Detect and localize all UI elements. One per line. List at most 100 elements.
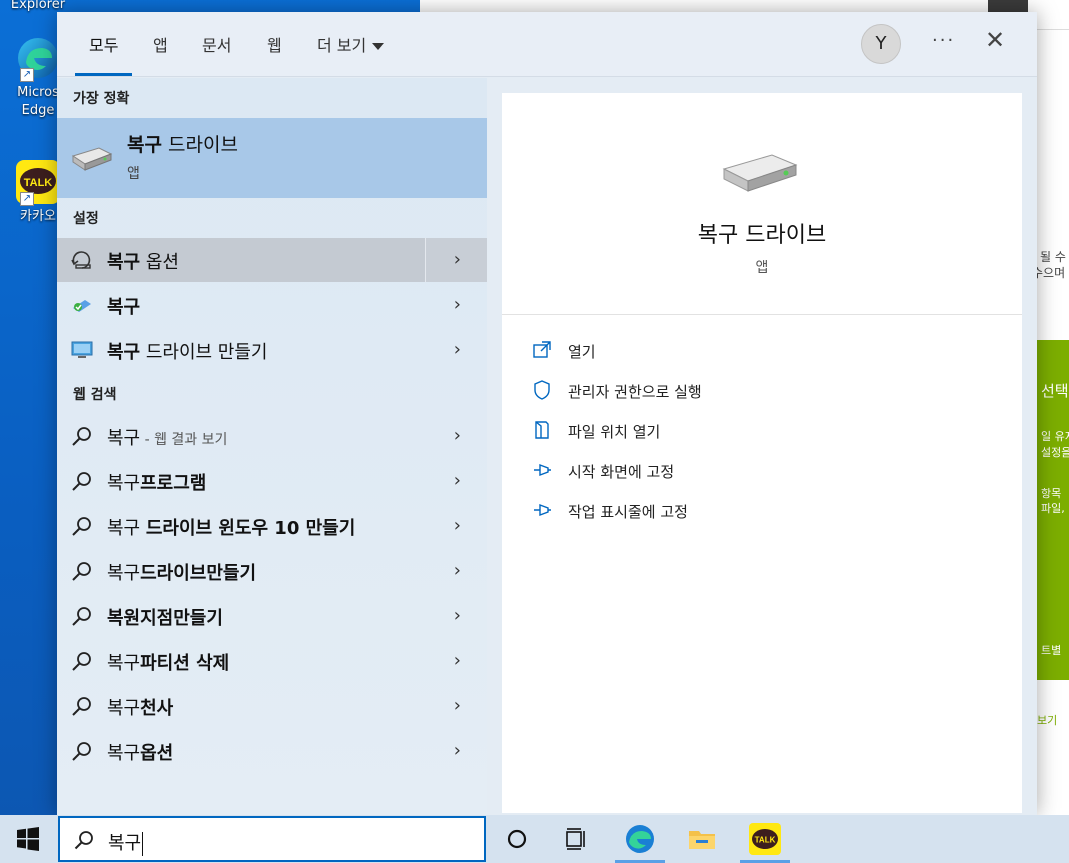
chevron-down-icon bbox=[372, 43, 385, 50]
web-result-item[interactable]: 복구천사 › bbox=[57, 684, 487, 728]
web-result-suffix: - 웹 결과 보기 bbox=[140, 432, 228, 448]
avatar[interactable]: Y bbox=[861, 24, 901, 64]
action-open[interactable]: 열기 bbox=[532, 336, 932, 364]
results-list: 가장 정확 복구 드라이브 앱 설정 복구 옵션 › 복구 › 복구 드라이브 … bbox=[57, 78, 487, 815]
action-label: 시작 화면에 고정 bbox=[568, 463, 675, 481]
action-label: 관리자 권한으로 실행 bbox=[568, 383, 702, 401]
action-pin-to-start[interactable]: 시작 화면에 고정 bbox=[532, 456, 932, 484]
cortana-icon[interactable] bbox=[501, 823, 533, 855]
talk-text: TALK bbox=[755, 836, 776, 845]
web-result-bold: 드라이브만들기 bbox=[140, 563, 257, 584]
chevron-right-icon: › bbox=[453, 695, 461, 716]
settings-item-label: 복구 옵션 bbox=[107, 248, 179, 274]
tab-more[interactable]: 더 보기 bbox=[317, 32, 385, 76]
settings-item-label-bold: 복구 bbox=[107, 252, 141, 273]
pin-icon bbox=[534, 503, 551, 517]
tab-all[interactable]: 모두 bbox=[74, 32, 134, 76]
monitor-icon bbox=[71, 341, 93, 358]
chevron-right-icon: › bbox=[453, 605, 461, 626]
background-text: 항목 bbox=[1041, 487, 1062, 500]
web-result-item[interactable]: 복구파티션 삭제 › bbox=[57, 639, 487, 683]
web-result-bold: 복원지점만들기 bbox=[107, 608, 223, 629]
best-match-title: 복구 드라이브 bbox=[127, 130, 238, 157]
web-result-label: 복구파티션 삭제 bbox=[107, 649, 229, 675]
settings-item-create-recovery-drive[interactable]: 복구 드라이브 만들기 › bbox=[57, 328, 487, 372]
taskbar-search-box[interactable]: 복구 bbox=[58, 816, 486, 862]
shortcut-arrow-icon: ↗ bbox=[20, 192, 34, 206]
background-text: 파일, bbox=[1041, 502, 1065, 515]
more-options-icon[interactable]: ··· bbox=[932, 30, 955, 51]
edge-icon: ↗ bbox=[16, 36, 60, 82]
chevron-right-icon: › bbox=[453, 339, 461, 360]
web-result-text: 복구 bbox=[107, 743, 141, 764]
detail-subtitle: 앱 bbox=[755, 260, 769, 276]
web-result-item[interactable]: 복구 - 웹 결과 보기 › bbox=[57, 414, 487, 458]
shortcut-arrow-icon: ↗ bbox=[20, 68, 34, 82]
web-result-label: 복구드라이브만들기 bbox=[107, 559, 256, 585]
windows-logo-icon bbox=[17, 827, 39, 851]
web-result-bold: 옵션 bbox=[140, 743, 174, 764]
settings-item-label-rest: 옵션 bbox=[140, 252, 179, 273]
chevron-right-icon: › bbox=[453, 470, 461, 491]
shield-icon bbox=[534, 380, 550, 400]
settings-item-label: 복구 bbox=[107, 293, 140, 319]
tab-web[interactable]: 웹 bbox=[267, 32, 282, 76]
best-match-header: 가장 정확 bbox=[73, 91, 130, 107]
best-match-subtitle: 앱 bbox=[127, 166, 140, 182]
action-label: 작업 표시줄에 고정 bbox=[568, 503, 688, 521]
settings-item-label-bold: 복구 bbox=[107, 297, 141, 318]
settings-item-label: 복구 드라이브 만들기 bbox=[107, 338, 268, 364]
web-result-text: 복구 bbox=[107, 698, 141, 719]
start-button[interactable] bbox=[0, 815, 56, 863]
web-result-text: 복구 bbox=[107, 563, 141, 584]
web-result-bold: 천사 bbox=[140, 698, 174, 719]
web-result-text: 복구 bbox=[107, 653, 141, 674]
web-result-item[interactable]: 복구드라이브만들기 › bbox=[57, 549, 487, 593]
kakaotalk-icon: TALK ↗ bbox=[16, 160, 60, 206]
settings-header: 설정 bbox=[73, 211, 99, 227]
settings-item-recovery-options[interactable]: 복구 옵션 › bbox=[57, 238, 487, 282]
web-result-bold: 드라이브 윈도우 10 만들기 bbox=[145, 518, 356, 539]
search-icon bbox=[72, 652, 91, 671]
web-result-bold: 파티션 삭제 bbox=[140, 653, 230, 674]
background-text: 선택 bbox=[1041, 382, 1069, 400]
action-pin-to-taskbar[interactable]: 작업 표시줄에 고정 bbox=[532, 496, 932, 524]
tab-apps[interactable]: 앱 bbox=[153, 32, 168, 76]
background-text: 일 유지 bbox=[1041, 430, 1069, 443]
edge-icon[interactable] bbox=[624, 823, 656, 855]
detail-header: 복구 드라이브 앱 bbox=[502, 93, 1022, 315]
action-label: 열기 bbox=[568, 343, 596, 361]
text-cursor bbox=[142, 832, 144, 856]
settings-item-label-rest: 드라이브 만들기 bbox=[140, 342, 268, 363]
web-result-item[interactable]: 복구 드라이브 윈도우 10 만들기 › bbox=[57, 504, 487, 548]
task-view-icon[interactable] bbox=[561, 823, 593, 855]
action-run-as-admin[interactable]: 관리자 권한으로 실행 bbox=[532, 376, 932, 404]
best-match-item[interactable]: 복구 드라이브 앱 bbox=[57, 118, 487, 198]
web-result-item[interactable]: 복원지점만들기 › bbox=[57, 594, 487, 638]
best-match-title-rest: 드라이브 bbox=[161, 134, 238, 156]
search-input[interactable]: 복구 bbox=[108, 829, 144, 856]
tab-documents[interactable]: 문서 bbox=[202, 32, 231, 76]
recovery-icon bbox=[73, 300, 91, 312]
background-text: 설정을 bbox=[1041, 446, 1069, 459]
background-text: 트별 bbox=[1041, 644, 1062, 657]
web-result-item[interactable]: 복구프로그램 › bbox=[57, 459, 487, 503]
talk-text: TALK bbox=[24, 177, 53, 189]
kakaotalk-icon[interactable]: TALK bbox=[749, 823, 781, 855]
web-result-text: 복구 bbox=[107, 473, 141, 494]
file-explorer-icon[interactable] bbox=[686, 823, 718, 855]
action-label: 파일 위치 열기 bbox=[568, 423, 661, 441]
close-icon[interactable]: ✕ bbox=[985, 28, 1005, 52]
recovery-options-icon bbox=[71, 251, 91, 269]
chevron-right-icon: › bbox=[453, 740, 461, 761]
action-open-file-location[interactable]: 파일 위치 열기 bbox=[532, 416, 932, 444]
chevron-right-icon: › bbox=[453, 425, 461, 446]
pin-icon bbox=[534, 463, 551, 477]
detail-pane: 복구 드라이브 앱 열기 관리자 권한으로 실행 파일 위치 열기 시작 화면에… bbox=[502, 93, 1022, 813]
settings-item-recovery[interactable]: 복구 › bbox=[57, 283, 487, 327]
web-result-label: 복구천사 bbox=[107, 694, 173, 720]
web-result-text: 복구 bbox=[107, 518, 146, 539]
web-result-item[interactable]: 복구옵션 › bbox=[57, 729, 487, 773]
web-result-text: 복구 bbox=[107, 428, 141, 449]
drive-icon bbox=[722, 154, 798, 192]
